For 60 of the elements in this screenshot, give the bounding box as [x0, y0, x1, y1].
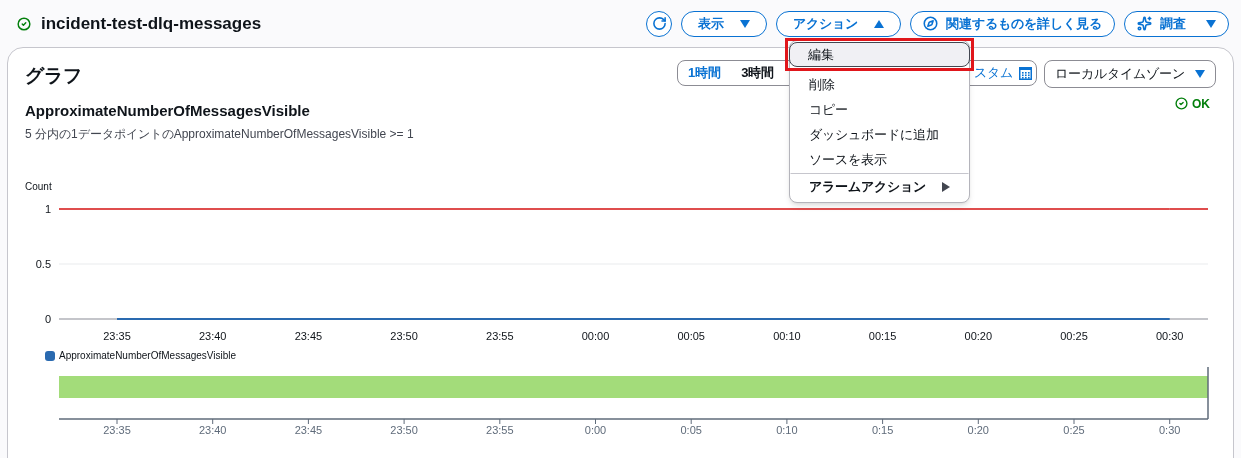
metric-title: ApproximateNumberOfMessagesVisible — [25, 100, 311, 121]
compass-icon — [923, 16, 938, 31]
tick-label: 23:35 — [103, 424, 131, 436]
dropdown-button[interactable]: 表示 — [681, 10, 767, 37]
submenu-item[interactable]: アラームアクション — [790, 173, 969, 201]
tick-label: 23:45 — [294, 424, 323, 436]
caret-up-icon — [874, 19, 884, 28]
tick-label: 00:15 — [868, 330, 897, 342]
tick-label: 0.5 — [35, 258, 51, 270]
caret-right-icon — [942, 182, 950, 192]
tick-label: 23:40 — [198, 424, 227, 436]
tick-label: 0:00 — [584, 424, 607, 436]
caret-down-icon — [1195, 70, 1205, 78]
refresh-button[interactable] — [646, 10, 672, 37]
explore-button[interactable]: 関連するものを詳しく見る — [910, 10, 1115, 37]
tick-label: 23:55 — [486, 330, 514, 342]
calendar-icon — [1019, 66, 1032, 80]
refresh-icon — [651, 16, 667, 31]
check-icon — [1175, 97, 1188, 110]
tick-label: 0:05 — [680, 424, 702, 436]
tick-label: 0 — [44, 313, 51, 325]
legend-label: ApproximateNumberOfMessagesVisible — [59, 349, 237, 363]
tick-label: 00:20 — [964, 330, 993, 342]
tick-label: 0:15 — [871, 424, 894, 436]
tick-label: 23:45 — [294, 330, 323, 342]
sparkle-icon — [1137, 16, 1152, 31]
tick-label: 0:20 — [967, 424, 989, 436]
menu-item[interactable]: 削除 — [790, 72, 969, 97]
menu-item[interactable]: コピー — [790, 97, 969, 122]
time-range-option[interactable]: 3時間 — [741, 63, 775, 83]
alarm-condition: 5 分内の1データポイントのApproximateNumberOfMessagesVisible >= 1 — [25, 126, 414, 143]
tick-label: 23:50 — [390, 424, 418, 436]
tick-label: 0:25 — [1063, 424, 1085, 436]
menu-item[interactable]: 編集 — [789, 42, 970, 67]
timezone-dropdown[interactable]: ローカルタイムゾーン — [1044, 60, 1216, 88]
panel-title: グラフ — [25, 64, 82, 88]
tick-label: 00:25 — [1060, 330, 1088, 342]
caret-down-icon — [740, 19, 750, 28]
alarm-title: incident-test-dlq-messages — [41, 12, 262, 35]
legend-swatch — [45, 350, 55, 361]
time-range-option[interactable]: 1時間 — [688, 63, 722, 83]
tick-label: 23:55 — [486, 424, 514, 436]
tick-label: 1 — [44, 203, 51, 215]
tick-label: 00:10 — [773, 330, 801, 342]
tick-label: 0:10 — [776, 424, 798, 436]
alarm-state: OK — [1175, 94, 1210, 113]
axis-label: Count — [25, 181, 52, 192]
tick-label: 00:30 — [1155, 330, 1184, 342]
tick-label: 23:50 — [390, 330, 418, 342]
menu-item[interactable]: ダッシュボードに追加 — [790, 122, 969, 147]
tick-label: 00:00 — [581, 330, 610, 342]
dropdown-button[interactable]: アクション — [776, 10, 901, 37]
menu-item[interactable]: ソースを表示 — [790, 147, 969, 172]
tick-label: 0:30 — [1159, 424, 1181, 436]
investigate-button[interactable]: 調査 — [1124, 10, 1229, 37]
caret-down-icon — [1206, 19, 1216, 28]
tick-label: 23:35 — [103, 330, 131, 342]
tick-label: 00:05 — [677, 330, 705, 342]
tick-label: 23:40 — [198, 330, 227, 342]
custom-range-option[interactable]: スタム — [974, 63, 1032, 83]
